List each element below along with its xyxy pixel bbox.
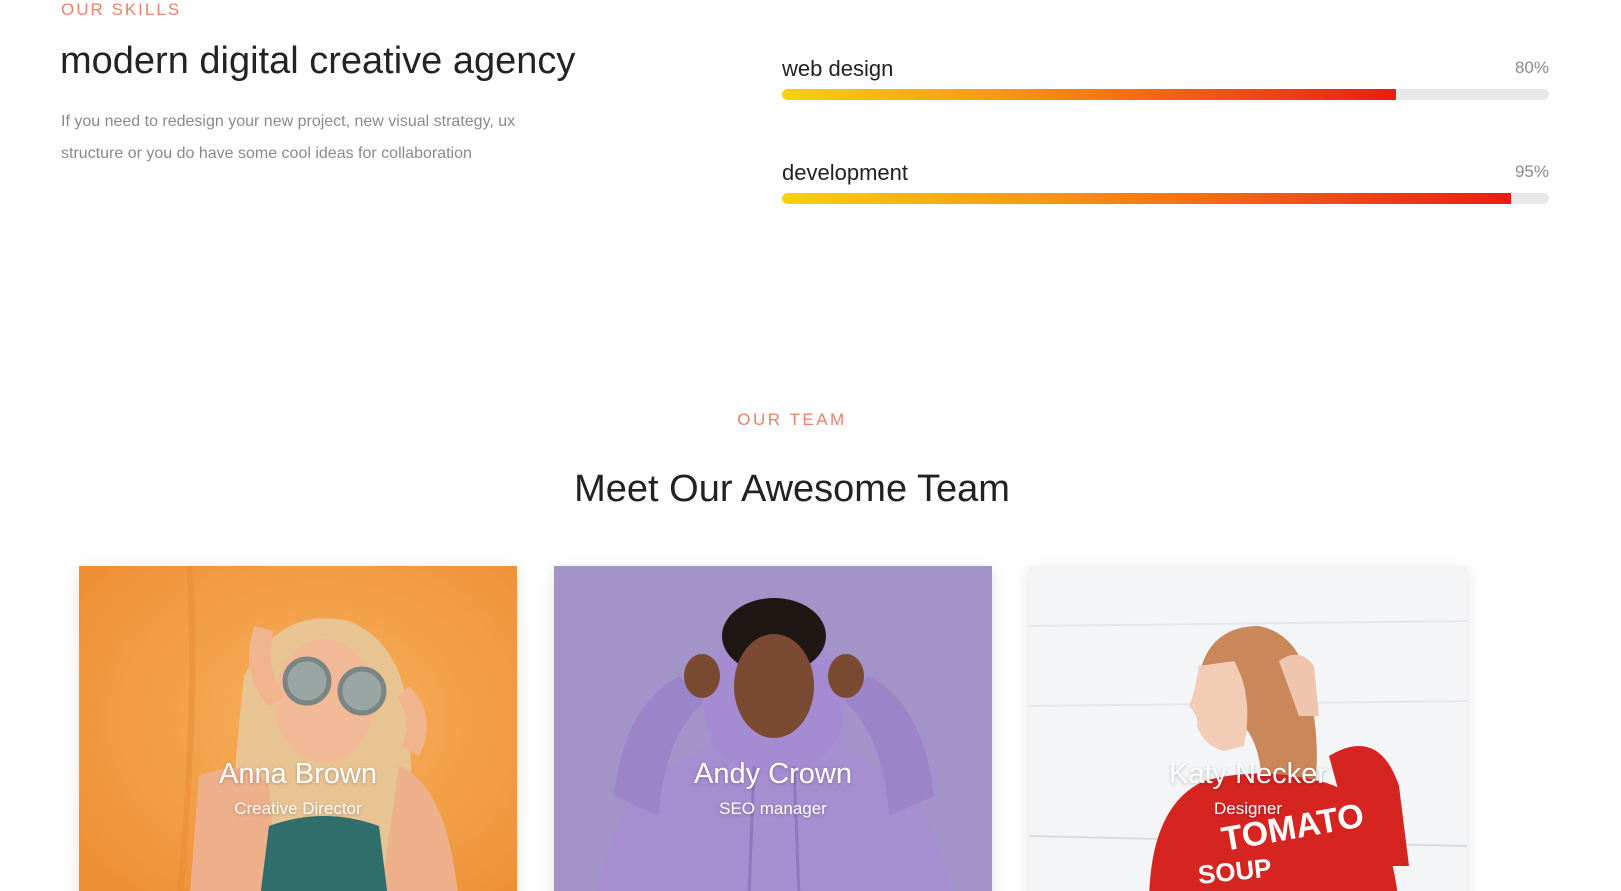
skill-progress-track [782, 193, 1549, 204]
team-member-role: Designer [1213, 799, 1283, 818]
team-member-name: Andy Crown [694, 758, 852, 790]
skill-label: development [782, 160, 908, 185]
skill-progress-track [782, 89, 1549, 100]
team-card-katy-necker[interactable]: TOMATO SOUP Katy Necker Designer [1029, 566, 1467, 891]
team-member-photo [79, 566, 517, 891]
skill-percent: 95% [1514, 162, 1549, 181]
team-member-name: Katy Necker [1169, 758, 1327, 790]
skills-eyebrow: OUR SKILLS [61, 0, 182, 19]
skills-title: modern digital creative agency [60, 40, 576, 82]
skill-progress-fill [782, 193, 1511, 204]
skills-description: If you need to redesign your new project… [61, 113, 516, 162]
team-member-role: SEO manager [719, 799, 827, 818]
skill-label: web design [782, 56, 894, 81]
team-card-andy-crown[interactable]: Andy Crown SEO manager [554, 566, 992, 891]
team-card-anna-brown[interactable]: Anna Brown Creative Director [79, 566, 517, 891]
team-member-photo [554, 566, 992, 891]
skill-web-design: web design 80% [782, 56, 1549, 100]
team-member-role: Creative Director [234, 799, 362, 818]
team-member-name: Anna Brown [219, 758, 377, 790]
team-title: Meet Our Awesome Team [574, 468, 1010, 510]
team-eyebrow: OUR TEAM [737, 410, 847, 429]
team-member-photo: TOMATO SOUP [1029, 566, 1467, 891]
skill-percent: 80% [1514, 58, 1549, 77]
skill-development: development 95% [782, 160, 1549, 204]
skill-progress-fill [782, 89, 1396, 100]
